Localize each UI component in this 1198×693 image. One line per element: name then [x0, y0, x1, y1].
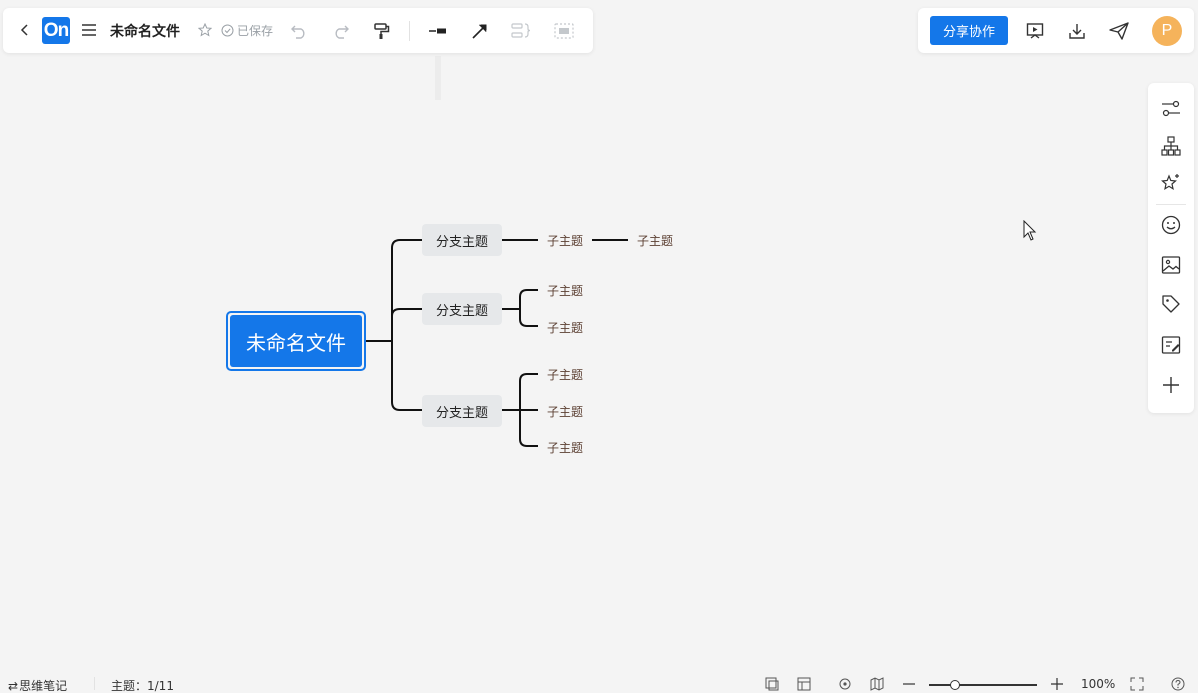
mouse-cursor-icon — [1023, 220, 1037, 241]
locate-icon[interactable] — [837, 676, 853, 692]
mindmap-canvas[interactable] — [0, 0, 1198, 693]
subtopic-2-1[interactable]: 子主题 — [547, 282, 583, 299]
panel-divider — [1156, 204, 1186, 205]
format-painter-icon[interactable] — [371, 20, 393, 42]
zoom-level[interactable]: 100% — [1081, 677, 1115, 691]
subtopic-3-3[interactable]: 子主题 — [547, 439, 583, 456]
connector-b3-sub3 — [519, 410, 538, 447]
style-settings-icon[interactable] — [1159, 97, 1183, 121]
subtopic-1-1-1[interactable]: 子主题 — [637, 232, 673, 249]
status-bar: ⇄ 思维笔记 主题：1/11 100% — [0, 673, 1198, 693]
image-icon[interactable] — [1159, 253, 1183, 277]
connector-branch-1 — [391, 239, 422, 341]
summary-icon[interactable] — [510, 20, 532, 42]
branch-topic-label: 分支主题 — [435, 303, 488, 319]
zoom-in-icon[interactable] — [1049, 676, 1065, 692]
user-avatar[interactable]: P — [1152, 16, 1182, 46]
note-icon[interactable] — [1159, 333, 1183, 357]
branch-topic-1[interactable]: 分支主题 — [422, 224, 502, 256]
boundary-icon[interactable] — [553, 20, 575, 42]
theme-sparkle-icon[interactable] — [1159, 171, 1183, 195]
guide-line — [435, 56, 441, 100]
add-icon[interactable] — [1159, 373, 1183, 397]
subtopic-1-1[interactable]: 子主题 — [547, 232, 583, 249]
connector-b2-sub2 — [519, 309, 538, 327]
save-status-label: 已保存 — [237, 24, 274, 38]
tag-icon[interactable] — [1159, 292, 1183, 316]
branch-topic-label: 分支主题 — [435, 405, 488, 421]
structure-icon[interactable] — [1159, 134, 1183, 158]
branch-topic-2[interactable]: 分支主题 — [422, 293, 502, 325]
root-topic-label: 未命名文件 — [230, 315, 362, 367]
top-right-toolbar: 分享协作 P — [918, 8, 1194, 53]
subtopic-2-2[interactable]: 子主题 — [547, 319, 583, 336]
copy-style-icon[interactable] — [764, 676, 780, 692]
root-topic[interactable]: 未命名文件 — [226, 311, 366, 371]
menu-icon[interactable] — [79, 20, 99, 40]
relation-arrow-icon[interactable] — [469, 20, 491, 42]
toolbar-divider — [409, 21, 410, 41]
present-icon[interactable] — [1024, 20, 1046, 42]
switch-icon: ⇄ — [8, 678, 19, 693]
zoom-slider-thumb[interactable] — [950, 680, 960, 690]
download-icon[interactable] — [1066, 20, 1088, 42]
subtopic-3-2[interactable]: 子主题 — [547, 403, 583, 420]
redo-icon[interactable] — [330, 20, 352, 42]
connector-branch-2 — [391, 308, 422, 341]
help-icon[interactable] — [1170, 676, 1186, 692]
right-side-panel — [1148, 83, 1194, 413]
branch-topic-3[interactable]: 分支主题 — [422, 395, 502, 427]
undo-icon[interactable] — [288, 20, 310, 42]
fullscreen-icon[interactable] — [1129, 676, 1145, 692]
emoji-icon[interactable] — [1159, 213, 1183, 237]
check-circle-icon — [221, 24, 234, 37]
layout-icon[interactable] — [796, 676, 812, 692]
subtopic-3-1[interactable]: 子主题 — [547, 366, 583, 383]
statusbar-divider — [94, 677, 95, 690]
mindnote-toggle[interactable]: ⇄ 思维笔记 — [8, 677, 67, 693]
insert-topic-icon[interactable] — [427, 20, 449, 42]
send-icon[interactable] — [1108, 20, 1130, 42]
document-title[interactable]: 未命名文件 — [110, 21, 180, 41]
zoom-out-icon[interactable] — [901, 676, 917, 692]
map-icon[interactable] — [869, 676, 885, 692]
app-logo[interactable]: On — [42, 17, 70, 44]
share-collaborate-button[interactable]: 分享协作 — [930, 16, 1008, 45]
branch-topic-label: 分支主题 — [435, 234, 488, 250]
back-icon[interactable] — [15, 20, 35, 40]
mindnote-label: 思维笔记 — [19, 679, 68, 693]
save-status: 已保存 — [221, 22, 273, 39]
connector-b3-sub1 — [519, 373, 538, 410]
star-icon[interactable] — [197, 22, 213, 38]
topic-count: 主题：1/11 — [111, 679, 174, 693]
connector-b2-sub1 — [519, 289, 538, 309]
top-toolbar: On 未命名文件 已保存 — [3, 8, 593, 53]
zoom-slider[interactable] — [929, 680, 1037, 690]
connector-branch-3 — [391, 341, 422, 411]
